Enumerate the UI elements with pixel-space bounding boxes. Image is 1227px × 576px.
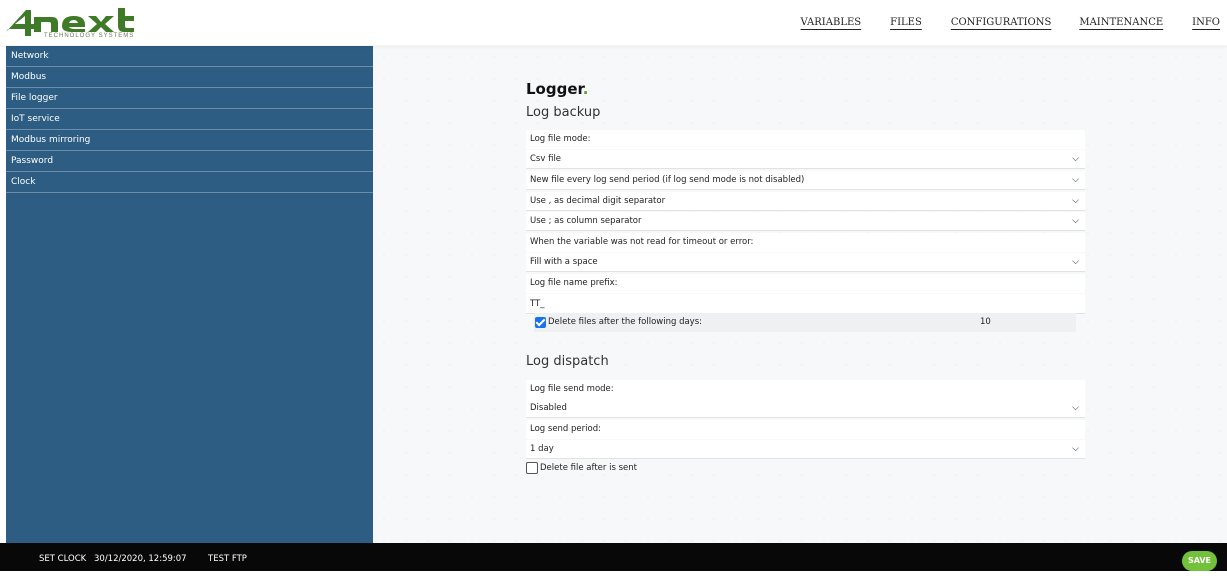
sidebar-item-network[interactable]: Network [6, 46, 373, 67]
chevron-down-icon: ⌵ [1072, 175, 1079, 185]
delete-after-sent-checkbox[interactable] [526, 462, 538, 474]
logo-tagline: TECHNOLOGY SYSTEMS [44, 33, 135, 39]
brand-logo[interactable]: TECHNOLOGY SYSTEMS [4, 2, 144, 42]
sidebar-item-clock[interactable]: Clock [6, 172, 373, 193]
page-title: Logger. [526, 80, 588, 98]
send-period-select[interactable]: 1 day ⌵ [526, 440, 1085, 459]
delete-days-input[interactable]: 10 [980, 313, 991, 332]
test-ftp-button[interactable]: TEST FTP [208, 543, 247, 576]
missing-value-select[interactable]: Fill with a space ⌵ [526, 253, 1085, 272]
sidebar-item-password[interactable]: Password [6, 151, 373, 172]
sidebar-item-iot-service[interactable]: IoT service [6, 109, 373, 130]
delete-after-sent-label: Delete file after is sent [540, 463, 637, 473]
log-backup-heading: Log backup [526, 105, 601, 120]
new-file-period-value: New file every log send period (if log s… [530, 175, 805, 185]
page-title-dot: . [582, 80, 589, 98]
nav-configurations[interactable]: CONFIGURATIONS [951, 17, 1052, 28]
new-file-period-select[interactable]: New file every log send period (if log s… [526, 171, 1085, 190]
chevron-down-icon: ⌵ [1072, 216, 1079, 226]
send-period-value: 1 day [530, 444, 554, 454]
delete-files-checkbox[interactable] [535, 317, 546, 328]
sidebar-item-file-logger[interactable]: File logger [6, 88, 373, 109]
chevron-down-icon: ⌵ [1072, 196, 1079, 206]
send-mode-select[interactable]: Disabled ⌵ [526, 399, 1085, 418]
chevron-down-icon: ⌵ [1072, 154, 1079, 164]
nav-info[interactable]: INFO [1192, 17, 1220, 28]
save-button[interactable]: SAVE [1182, 551, 1217, 571]
log-file-mode-select[interactable]: Csv file ⌵ [526, 150, 1085, 169]
page-title-text: Logger [526, 80, 583, 98]
send-mode-label: Log file send mode: [526, 380, 1085, 399]
send-period-label: Log send period: [526, 420, 1085, 439]
nav-files[interactable]: FILES [890, 17, 922, 28]
column-separator-value: Use ; as column separator [530, 216, 642, 226]
top-navigation: VARIABLES FILES CONFIGURATIONS MAINTENAN… [801, 0, 1227, 45]
chevron-down-icon: ⌵ [1072, 444, 1079, 454]
delete-files-row: Delete files after the following days: 1… [534, 313, 1076, 332]
prefix-label: Log file name prefix: [526, 274, 1085, 293]
set-clock-button[interactable]: SET CLOCK [39, 543, 86, 576]
delete-after-sent-row: Delete file after is sent [526, 459, 666, 478]
log-file-mode-label: Log file mode: [526, 130, 1085, 149]
decimal-separator-value: Use , as decimal digit separator [530, 196, 666, 206]
delete-files-label: Delete files after the following days: [548, 317, 703, 327]
footer-bar: SET CLOCK 30/12/2020, 12:59:07 TEST FTP … [0, 543, 1227, 571]
chevron-down-icon: ⌵ [1072, 403, 1079, 413]
log-dispatch-heading: Log dispatch [526, 354, 609, 369]
decimal-separator-select[interactable]: Use , as decimal digit separator ⌵ [526, 192, 1085, 211]
missing-value-label: When the variable was not read for timeo… [526, 233, 1085, 252]
log-file-mode-value: Csv file [530, 154, 562, 164]
main-content: Logger. Log backup Log file mode: Csv fi… [373, 46, 1227, 543]
prefix-input[interactable]: TT_ [526, 294, 1085, 314]
column-separator-select[interactable]: Use ; as column separator ⌵ [526, 212, 1085, 231]
nav-maintenance[interactable]: MAINTENANCE [1079, 17, 1163, 28]
chevron-down-icon: ⌵ [1072, 257, 1079, 267]
sidebar: Network Modbus File logger IoT service M… [6, 46, 374, 543]
sidebar-item-modbus-mirroring[interactable]: Modbus mirroring [6, 130, 373, 151]
sidebar-item-modbus[interactable]: Modbus [6, 67, 373, 88]
missing-value-value: Fill with a space [530, 257, 598, 267]
top-header: TECHNOLOGY SYSTEMS VARIABLES FILES CONFI… [0, 0, 1227, 45]
nav-variables[interactable]: VARIABLES [801, 17, 862, 28]
current-datetime: 30/12/2020, 12:59:07 [94, 554, 187, 564]
send-mode-value: Disabled [530, 403, 567, 413]
